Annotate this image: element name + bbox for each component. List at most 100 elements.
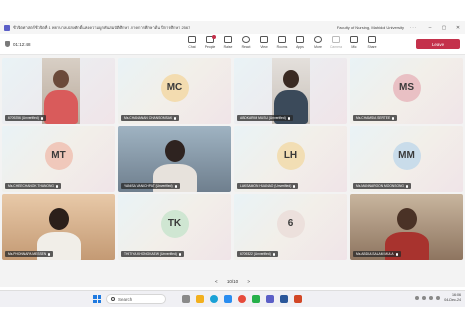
mic-off-icon bbox=[174, 184, 177, 188]
participant-name: ABDKARIM MUSU (Unverified) bbox=[240, 116, 286, 120]
participant-tile[interactable]: LH LAKSAMON HUANAO (Unverified) bbox=[234, 126, 347, 192]
chrome-icon[interactable] bbox=[238, 295, 246, 303]
meeting-toolbar: 01:12:48 Chat People Raise React View Rooms Ap… bbox=[0, 34, 465, 55]
chat-icon bbox=[188, 36, 196, 43]
participant-name-tag: Ms.CHAMSIA SERTEE bbox=[353, 115, 398, 121]
leave-label: Leave bbox=[431, 41, 445, 47]
toolbar-label: Share bbox=[367, 45, 377, 49]
participant-tile[interactable]: YANISA VANICHPAT (Unverified) bbox=[118, 126, 231, 192]
meeting-timer: 01:12:48 bbox=[5, 41, 31, 47]
apps-icon bbox=[296, 36, 304, 43]
participant-video-person bbox=[283, 70, 299, 88]
smile-icon bbox=[242, 36, 250, 43]
more-icon bbox=[314, 36, 322, 43]
teams-meeting-window: ชีวจิตศาสตร์ชีวจิตที่ 1 พยาบาลเปล่งศักดิ… bbox=[0, 21, 465, 307]
participant-name-tag: Ms.CHEECHANOK THANONG bbox=[5, 183, 61, 189]
close-button[interactable]: ✕ bbox=[451, 25, 465, 31]
toolbar-apps-button[interactable]: Apps bbox=[291, 36, 309, 49]
participant-tile[interactable]: Ms.ABDULSALAM MULA bbox=[350, 194, 463, 260]
mail-icon[interactable] bbox=[224, 295, 232, 303]
toolbar-label: Rooms bbox=[276, 45, 288, 49]
participant-avatar: 6 bbox=[276, 209, 305, 238]
participant-name-tag: YANISA VANICHPAT (Unverified) bbox=[121, 183, 180, 189]
wifi-icon[interactable] bbox=[422, 296, 427, 300]
toolbar-share-button[interactable]: Share bbox=[363, 36, 381, 49]
participant-tile[interactable]: MM Ms.MANNAROON MOONSONG bbox=[350, 126, 463, 192]
participant-tile[interactable]: MS Ms.CHAMSIA SERTEE bbox=[350, 58, 463, 124]
edge-icon[interactable] bbox=[210, 295, 218, 303]
mic-off-icon bbox=[293, 184, 296, 188]
toolbar-label: Mic bbox=[351, 45, 357, 49]
toolbar-buttons: Chat People Raise React View Rooms Apps More Cam… bbox=[183, 35, 381, 49]
taskbar-clock[interactable]: 16:06 04-Dec-24 bbox=[444, 293, 461, 303]
mic-off-icon bbox=[55, 184, 58, 188]
participant-name: Ms.CHAMSIA SERTEE bbox=[356, 116, 391, 120]
mic-off-icon bbox=[395, 252, 398, 256]
windows-start-icon[interactable] bbox=[93, 295, 101, 303]
toolbar-rooms-button[interactable]: Rooms bbox=[273, 36, 291, 49]
participant-tile[interactable]: MC Ms.CHANANAN CHANSOMSAK bbox=[118, 58, 231, 124]
participant-name: 6709256 (Unverified) bbox=[8, 116, 39, 120]
teams-taskbar-icon[interactable] bbox=[266, 295, 274, 303]
mic-off-icon bbox=[174, 116, 177, 120]
participant-name: Ms.PHONNAPA MESSEN bbox=[8, 252, 47, 256]
participant-name-tag: LAKSAMON HUANAO (Unverified) bbox=[237, 183, 299, 189]
prev-page-button[interactable]: < bbox=[215, 279, 218, 284]
participant-video-person bbox=[48, 208, 69, 230]
participant-name: THITIYA KHONGKAEW (Unverified) bbox=[124, 252, 177, 256]
battery-icon[interactable] bbox=[436, 296, 441, 300]
toolbar-view-button[interactable]: View bbox=[255, 36, 273, 49]
chevron-up-icon[interactable] bbox=[415, 296, 420, 300]
participant-name: 6709322 (Unverified) bbox=[240, 252, 271, 256]
word-icon[interactable] bbox=[280, 295, 288, 303]
participant-avatar: MC bbox=[160, 73, 189, 102]
title-bar: ชีวจิตศาสตร์ชีวจิตที่ 1 พยาบาลเปล่งศักดิ… bbox=[0, 21, 465, 34]
leave-button[interactable]: Leave bbox=[416, 39, 460, 49]
file-explorer-icon[interactable] bbox=[196, 295, 204, 303]
participant-avatar: LH bbox=[276, 141, 305, 170]
participant-name: YANISA VANICHPAT (Unverified) bbox=[124, 184, 173, 188]
speaker-icon[interactable] bbox=[429, 296, 434, 300]
more-options-icon[interactable]: ··· bbox=[410, 25, 417, 30]
participant-tile[interactable]: Ms.PHONNAPA MESSEN bbox=[2, 194, 115, 260]
participant-video-body bbox=[44, 90, 78, 124]
toolbar-chat-button[interactable]: Chat bbox=[183, 36, 201, 49]
participant-tile[interactable]: MT Ms.CHEECHANOK THANONG bbox=[2, 126, 115, 192]
minimize-button[interactable]: – bbox=[423, 25, 437, 31]
participant-tile[interactable]: TK THITIYA KHONGKAEW (Unverified) bbox=[118, 194, 231, 260]
participant-avatar: TK bbox=[160, 209, 189, 238]
participant-tile[interactable]: ABDKARIM MUSU (Unverified) bbox=[234, 58, 347, 124]
organization-name: Faculty of Nursing, Mahidol University bbox=[336, 25, 404, 30]
participant-name: Ms.CHANANAN CHANSOMSAK bbox=[124, 116, 173, 120]
toolbar-people-button[interactable]: People bbox=[201, 35, 219, 49]
toolbar-label: People bbox=[204, 45, 216, 49]
participant-avatar: MM bbox=[392, 141, 421, 170]
toolbar-label: View bbox=[260, 45, 268, 49]
toolbar-react-button[interactable]: React bbox=[237, 36, 255, 49]
participant-grid: 6709256 (Unverified) MC Ms.CHANANAN CHANSO… bbox=[0, 58, 465, 268]
participant-name: Ms.MANNAROON MOONSONG bbox=[356, 184, 404, 188]
toolbar-more-button[interactable]: More bbox=[309, 36, 327, 49]
line-icon[interactable] bbox=[252, 295, 260, 303]
toolbar-mic-button[interactable]: Mic bbox=[345, 36, 363, 49]
rooms-icon bbox=[278, 36, 286, 43]
toolbar-label: More bbox=[314, 45, 322, 49]
participant-name-tag: Ms.MANNAROON MOONSONG bbox=[353, 183, 411, 189]
participant-avatar: MT bbox=[44, 141, 73, 170]
taskbar-search-input[interactable]: Search bbox=[106, 294, 166, 304]
participant-tile[interactable]: 6709256 (Unverified) bbox=[2, 58, 115, 124]
camera-icon bbox=[332, 36, 340, 43]
participant-tile[interactable]: 6 6709322 (Unverified) bbox=[234, 194, 347, 260]
powerpoint-icon[interactable] bbox=[294, 295, 302, 303]
toolbar-raise-button[interactable]: Raise bbox=[219, 36, 237, 49]
toolbar-label: Camera bbox=[329, 45, 343, 49]
next-page-button[interactable]: > bbox=[247, 279, 250, 284]
search-icon bbox=[111, 297, 115, 301]
task-view-icon[interactable] bbox=[182, 295, 190, 303]
participant-avatar: MS bbox=[392, 73, 421, 102]
toolbar-camera-button[interactable]: Camera bbox=[327, 36, 345, 49]
shield-icon bbox=[5, 41, 10, 47]
notification-badge bbox=[212, 35, 216, 39]
maximize-button[interactable]: ▢ bbox=[437, 25, 451, 31]
grid-icon bbox=[260, 36, 268, 43]
